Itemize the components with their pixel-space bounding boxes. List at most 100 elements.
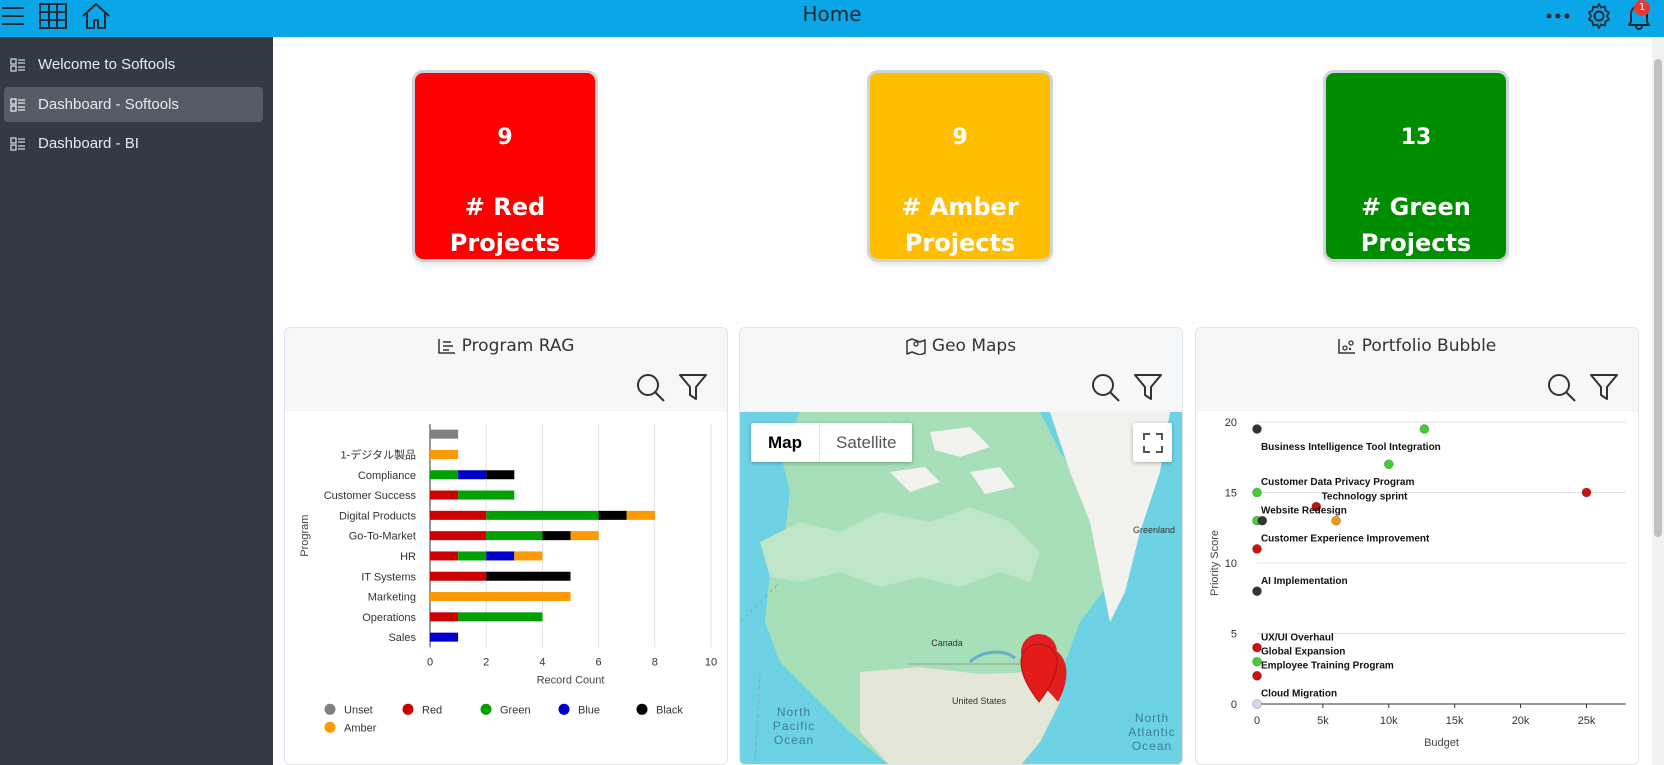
map-view[interactable]: Canada United States Greenland North Pac… [740,412,1182,764]
data-point [1252,487,1262,498]
page-scrollbar[interactable] [1652,37,1664,765]
legend-marker [558,703,570,715]
legend-label: Unset [344,704,373,716]
card-title: Program RAG [461,336,575,356]
legend-label: Amber [344,722,377,734]
map-type-toggle: Map Satellite [751,423,913,462]
map-icon [906,337,926,355]
dashboard-icon [10,136,26,151]
x-tick-label: 10 [705,656,717,668]
x-tick-label: 5k [1317,715,1329,727]
legend-label: Red [422,704,442,716]
x-tick-label: 20k [1512,715,1530,727]
map-label-atlantic-2: Atlantic [1128,725,1175,739]
filter-icon[interactable] [678,373,708,405]
bar-segment [486,470,515,480]
data-point [1252,699,1262,709]
program-rag-chart: 0 2 4 6 8 10 1-デジタル製品 Compliance Customer Succes… [299,424,717,734]
point-label: Business Intelligence Tool Integration [1261,442,1441,453]
x-tick-label: 6 [596,656,602,668]
portfolio-bubble-card: Portfolio Bubble 0 5 10 15 20 0 5k 10k 15k 20k 25k… [1195,327,1639,765]
x-tick-label: 25k [1578,715,1596,727]
map-label-canada: Canada [931,638,963,648]
legend-marker [480,703,492,715]
kpi-label: # Red Projects [449,193,561,257]
dashboard-icon [10,97,26,112]
bar-segment [430,531,487,541]
category-label: IT Systems [361,571,416,583]
satellite-tab[interactable]: Satellite [819,423,912,462]
bar-segment [458,551,487,561]
legend-marker [324,703,336,715]
point-label: Employee Training Program [1261,661,1394,672]
home-icon[interactable] [80,0,112,32]
x-tick-label: 8 [652,656,658,668]
scroll-thumb[interactable] [1654,59,1662,537]
x-tick-label: 0 [427,656,433,668]
data-point [1383,459,1394,470]
bar-segment [570,531,599,541]
bar-segment [430,470,459,480]
bar-segment [542,531,571,541]
map-tab[interactable]: Map [751,423,819,462]
fullscreen-icon[interactable] [1133,423,1172,462]
card-header: Geo Maps [740,328,1182,412]
bar-segment [430,632,459,642]
y-tick-label: 15 [1225,488,1237,500]
bar-segment [430,429,459,439]
dashboard-icon [10,57,26,72]
search-icon[interactable] [636,373,666,407]
sidebar-item-label: Dashboard - Softools [38,96,179,113]
program-rag-card: Program RAG 0 2 4 6 8 10 1-デジタル製品 Compliance Cus… [284,327,728,765]
data-point [1252,586,1262,597]
card-title-row: Portfolio Bubble [1196,336,1638,356]
kpi-amber-projects[interactable]: 9 # Amber Projects [870,73,1050,259]
point-label: Customer Experience Improvement [1261,534,1430,545]
bar-segment [458,490,515,500]
card-body: 0 5 10 15 20 0 5k 10k 15k 20k 25k Budget Priority Sc… [1196,412,1638,764]
map-canvas: Canada United States Greenland North Pac… [740,412,1182,764]
menu-icon[interactable] [0,0,26,32]
filter-icon[interactable] [1589,373,1619,405]
sidebar: Welcome to Softools Dashboard - Softools… [0,37,273,765]
bar-segment [430,449,459,459]
sidebar-item-welcome[interactable]: Welcome to Softools [4,47,263,82]
sidebar-item-label: Dashboard - BI [38,135,139,152]
x-tick-label: 10k [1380,715,1398,727]
legend-label: Blue [578,704,600,716]
y-tick-label: 20 [1225,417,1237,429]
card-body: 0 2 4 6 8 10 1-デジタル製品 Compliance Customer Succes… [285,412,727,764]
bar-segment [486,551,515,561]
search-icon[interactable] [1547,373,1577,407]
sidebar-item-dashboard-softools[interactable]: Dashboard - Softools [4,87,263,122]
data-point [1331,515,1341,526]
filter-icon[interactable] [1133,373,1163,405]
category-label: Go-To-Market [349,531,416,543]
kpi-red-projects[interactable]: 9 # Red Projects [415,73,595,259]
legend-label: Black [656,704,683,716]
card-title: Portfolio Bubble [1361,336,1497,356]
bar-segment [486,510,599,520]
category-label: Sales [388,632,416,644]
gear-icon[interactable] [1584,0,1614,32]
kpi-green-projects[interactable]: 13 # Green Projects [1326,73,1506,259]
sidebar-item-dashboard-bi[interactable]: Dashboard - BI [4,126,263,161]
map-label-united-states: United States [952,696,1007,706]
bar-segment [486,531,543,541]
bar-segment [430,510,487,520]
bar-segment [598,510,627,520]
more-icon[interactable] [1545,0,1571,32]
map-label-pacific-3: Ocean [774,733,814,747]
card-header: Portfolio Bubble [1196,328,1638,412]
point-label: Global Expansion [1261,646,1345,657]
grid-icon[interactable] [38,0,68,32]
search-icon[interactable] [1091,373,1121,407]
data-point [1257,515,1268,526]
page-title: Home [802,2,862,26]
sidebar-item-label: Welcome to Softools [38,56,176,73]
bar-segment [458,612,543,622]
bar-segment [430,551,459,561]
category-label: Marketing [368,592,416,604]
data-point [1252,670,1262,681]
bar-segment [458,470,487,480]
